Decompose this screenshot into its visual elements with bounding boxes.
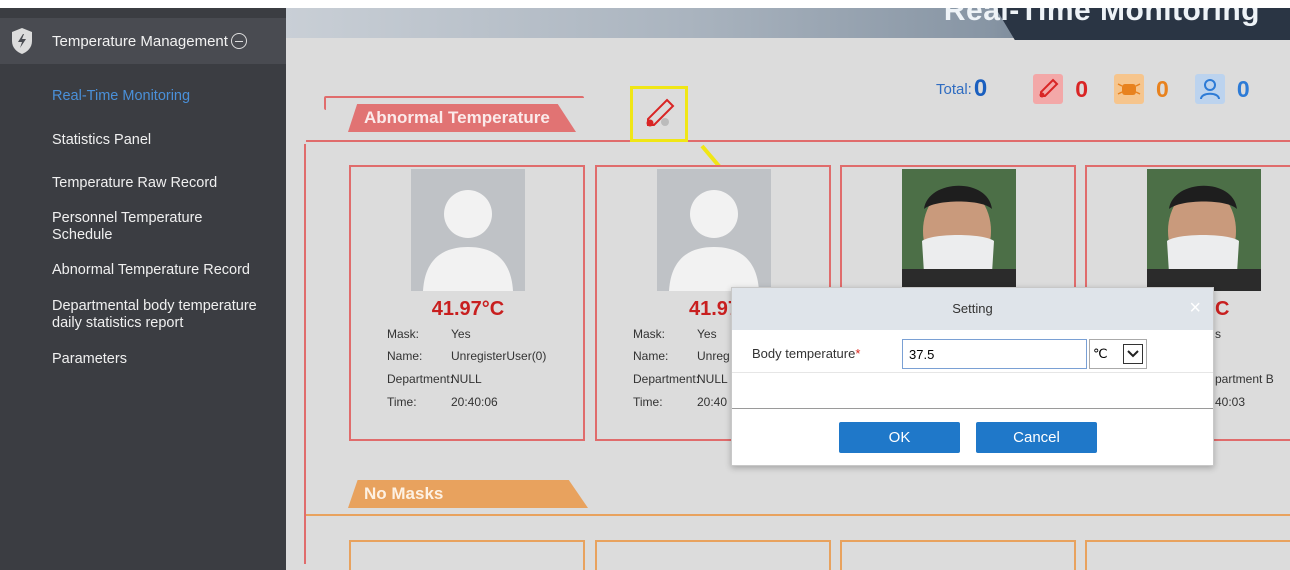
department-label: Department: [387, 372, 454, 386]
field-label-text: Body temperature [752, 346, 856, 361]
top-strip [286, 0, 1290, 8]
cancel-button[interactable]: Cancel [976, 422, 1097, 453]
name-label: Name: [633, 349, 669, 363]
sidebar: Temperature Management Real-Time Monitor… [0, 0, 286, 570]
temperature-value: °C [1207, 298, 1230, 320]
total-label: Total: [936, 80, 972, 98]
time-label: Time: [387, 395, 417, 409]
fever-count: 0 [1075, 75, 1089, 102]
mask-icon [1114, 74, 1145, 104]
section-title-no-masks: No Masks [348, 480, 588, 508]
ok-button[interactable]: OK [839, 422, 960, 453]
sidebar-header-label: Temperature Management [52, 32, 228, 50]
sidebar-item-temperature-raw-record[interactable]: Temperature Raw Record [52, 175, 284, 192]
department-row: Department: NULL [387, 372, 482, 386]
time-value: 20:40 [697, 395, 728, 409]
sidebar-item-real-time-monitoring[interactable]: Real-Time Monitoring [52, 88, 284, 105]
sidebar-item-abnormal-temperature-record[interactable]: Abnormal Temperature Record [52, 262, 284, 279]
top-strip [0, 0, 286, 8]
time-row: Time: 20:40 [633, 395, 727, 409]
app-screen: Temperature Management Real-Time Monitor… [0, 0, 1290, 570]
nomask-count: 0 [1156, 75, 1169, 102]
time-label: Time: [633, 395, 663, 409]
person-card[interactable]: 41.97°C Mask: Yes Name: UnregisterUser(0) … [349, 165, 585, 441]
time-value: 20:40:06 [451, 395, 498, 409]
header-banner: Real-Time Monitoring [286, 0, 1290, 40]
required-mark: * [855, 346, 861, 361]
name-value: UnregisterUser(0) [451, 349, 547, 363]
person-card[interactable] [595, 540, 831, 570]
mask-row: Mask: Yes [387, 327, 471, 341]
temperature-value: 41.97°C [431, 298, 505, 320]
mask-label: Mask: [633, 327, 666, 341]
thermometer-settings-button[interactable] [630, 86, 688, 142]
person-card[interactable] [1085, 540, 1290, 570]
divider [732, 372, 1213, 373]
sidebar-item-statistics-panel[interactable]: Statistics Panel [52, 132, 284, 149]
department-value: partment B [1215, 372, 1274, 386]
person-count: 0 [1236, 75, 1250, 102]
dialog-title: Setting [952, 301, 993, 316]
mask-value: Yes [451, 327, 471, 341]
section-title-abnormal: Abnormal Temperature [348, 104, 576, 132]
unit-select[interactable]: ℃ [1089, 339, 1147, 369]
department-value: NULL [451, 372, 482, 386]
stats-bar: Total: 0 0 0 0 [936, 74, 1250, 104]
dialog-header: Setting × [732, 288, 1213, 330]
avatar-placeholder [411, 169, 525, 291]
total-value: 0 [973, 75, 988, 102]
mask-value: s [1215, 327, 1221, 341]
section-frame-line [304, 144, 334, 564]
shield-icon [12, 28, 32, 54]
face-photo [1147, 169, 1261, 291]
person-card[interactable] [840, 540, 1076, 570]
name-row: Name: Unreg [633, 349, 730, 363]
sidebar-item-personnel-temperature-schedule[interactable]: Personnel Temperature Schedule [52, 210, 252, 244]
sidebar-header-temperature-management[interactable]: Temperature Management [0, 18, 286, 64]
time-value: 40:03 [1215, 395, 1246, 409]
name-value: Unreg [697, 349, 730, 363]
mask-value: Yes [697, 327, 717, 341]
divider [732, 408, 1213, 409]
main-area: Real-Time Monitoring Total: 0 0 0 0 Abno… [286, 0, 1290, 570]
body-temperature-label: Body temperature* [752, 346, 860, 361]
name-label: Name: [387, 349, 423, 363]
mask-label: Mask: [387, 327, 420, 341]
mask-row: Mask: Yes [633, 327, 717, 341]
name-row: Name: UnregisterUser(0) [387, 349, 546, 363]
mask-row: s [1215, 327, 1221, 341]
face-photo [902, 169, 1016, 291]
person-card[interactable] [349, 540, 585, 570]
section-frame-line [306, 514, 1290, 516]
unit-value: ℃ [1093, 346, 1108, 361]
sidebar-item-departmental-report[interactable]: Departmental body temperature daily stat… [52, 298, 284, 332]
department-value: NULL [697, 372, 728, 386]
setting-dialog: Setting × Body temperature* ℃ OK Cancel [731, 287, 1214, 466]
collapse-icon[interactable] [230, 33, 247, 49]
time-row: 40:03 [1215, 395, 1245, 409]
close-icon[interactable]: × [1189, 297, 1201, 320]
thermometer-icon [1033, 74, 1064, 104]
department-row: Department: NULL [633, 372, 728, 386]
department-label: Department: [633, 372, 700, 386]
thermometer-icon [646, 98, 675, 127]
time-row: Time: 20:40:06 [387, 395, 498, 409]
sidebar-item-parameters[interactable]: Parameters [52, 351, 284, 368]
body-temperature-input[interactable] [902, 339, 1087, 369]
chevron-down-icon [1123, 344, 1143, 364]
person-icon [1194, 74, 1225, 104]
avatar-placeholder [657, 169, 771, 291]
department-row: partment B [1215, 372, 1274, 386]
